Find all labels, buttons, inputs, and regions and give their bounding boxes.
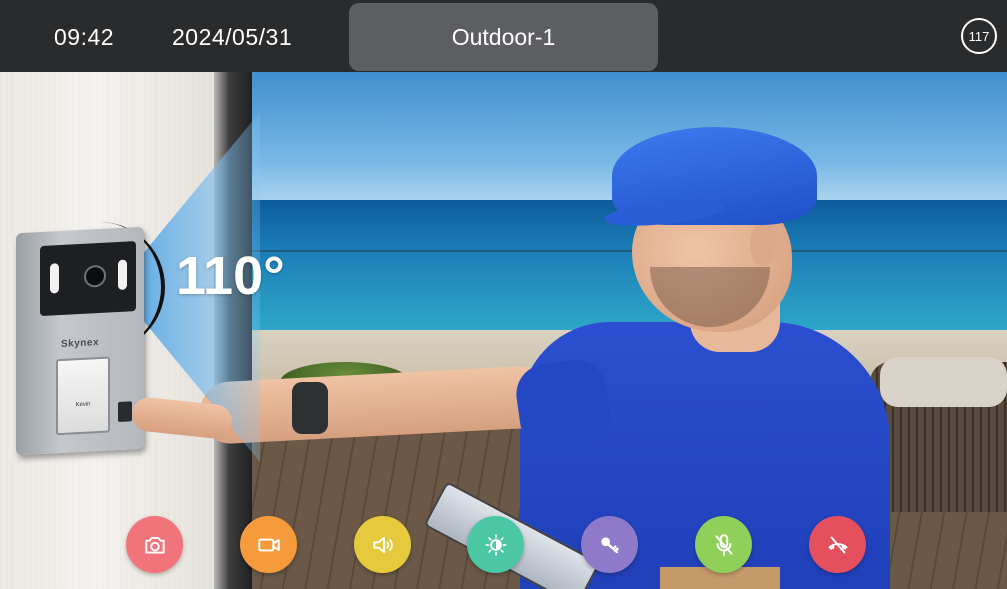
key-icon bbox=[600, 536, 619, 553]
video-camera-icon bbox=[257, 538, 280, 551]
door-station-device: Skynex Kevin bbox=[16, 226, 144, 456]
counter-badge: 117 bbox=[961, 18, 997, 54]
unlock-button[interactable] bbox=[581, 516, 638, 573]
live-video-feed: 110° Skynex Kevin bbox=[0, 72, 1007, 589]
wristwatch bbox=[292, 382, 328, 434]
glass-railing bbox=[252, 250, 1007, 252]
clock-time: 09:42 bbox=[54, 24, 115, 50]
brightness-icon bbox=[484, 533, 507, 556]
speaker-icon bbox=[372, 536, 393, 553]
call-button bbox=[118, 401, 132, 423]
device-brand: Skynex bbox=[60, 337, 100, 350]
visitor-ear bbox=[750, 222, 776, 266]
mic-off-icon bbox=[714, 533, 733, 556]
volume-button[interactable] bbox=[354, 516, 411, 573]
status-bar: 09:42 2024/05/31 Outdoor-1 117 bbox=[0, 0, 1007, 72]
channel-selector[interactable]: Outdoor-1 bbox=[349, 3, 658, 71]
intercom-screen: 09:42 2024/05/31 Outdoor-1 117 110° Skyn… bbox=[0, 0, 1007, 589]
mute-mic-button[interactable] bbox=[695, 516, 752, 573]
channel-title: Outdoor-1 bbox=[451, 23, 556, 50]
hang-up-icon bbox=[827, 535, 848, 554]
camera-icon bbox=[144, 536, 165, 554]
rfid-card-reader bbox=[56, 356, 110, 436]
ir-light-left bbox=[50, 263, 59, 294]
ir-light-right bbox=[118, 259, 127, 291]
snapshot-button[interactable] bbox=[126, 516, 183, 573]
counter-badge-value: 117 bbox=[968, 28, 990, 44]
view-angle-label: 110° bbox=[176, 246, 285, 306]
clock-date: 2024/05/31 bbox=[172, 24, 293, 50]
chair-cushion bbox=[880, 357, 1007, 407]
brightness-button[interactable] bbox=[467, 516, 524, 573]
record-button[interactable] bbox=[240, 516, 297, 573]
camera-lens bbox=[84, 264, 106, 288]
camera-panel bbox=[40, 241, 136, 317]
hang-up-button[interactable] bbox=[809, 516, 866, 573]
